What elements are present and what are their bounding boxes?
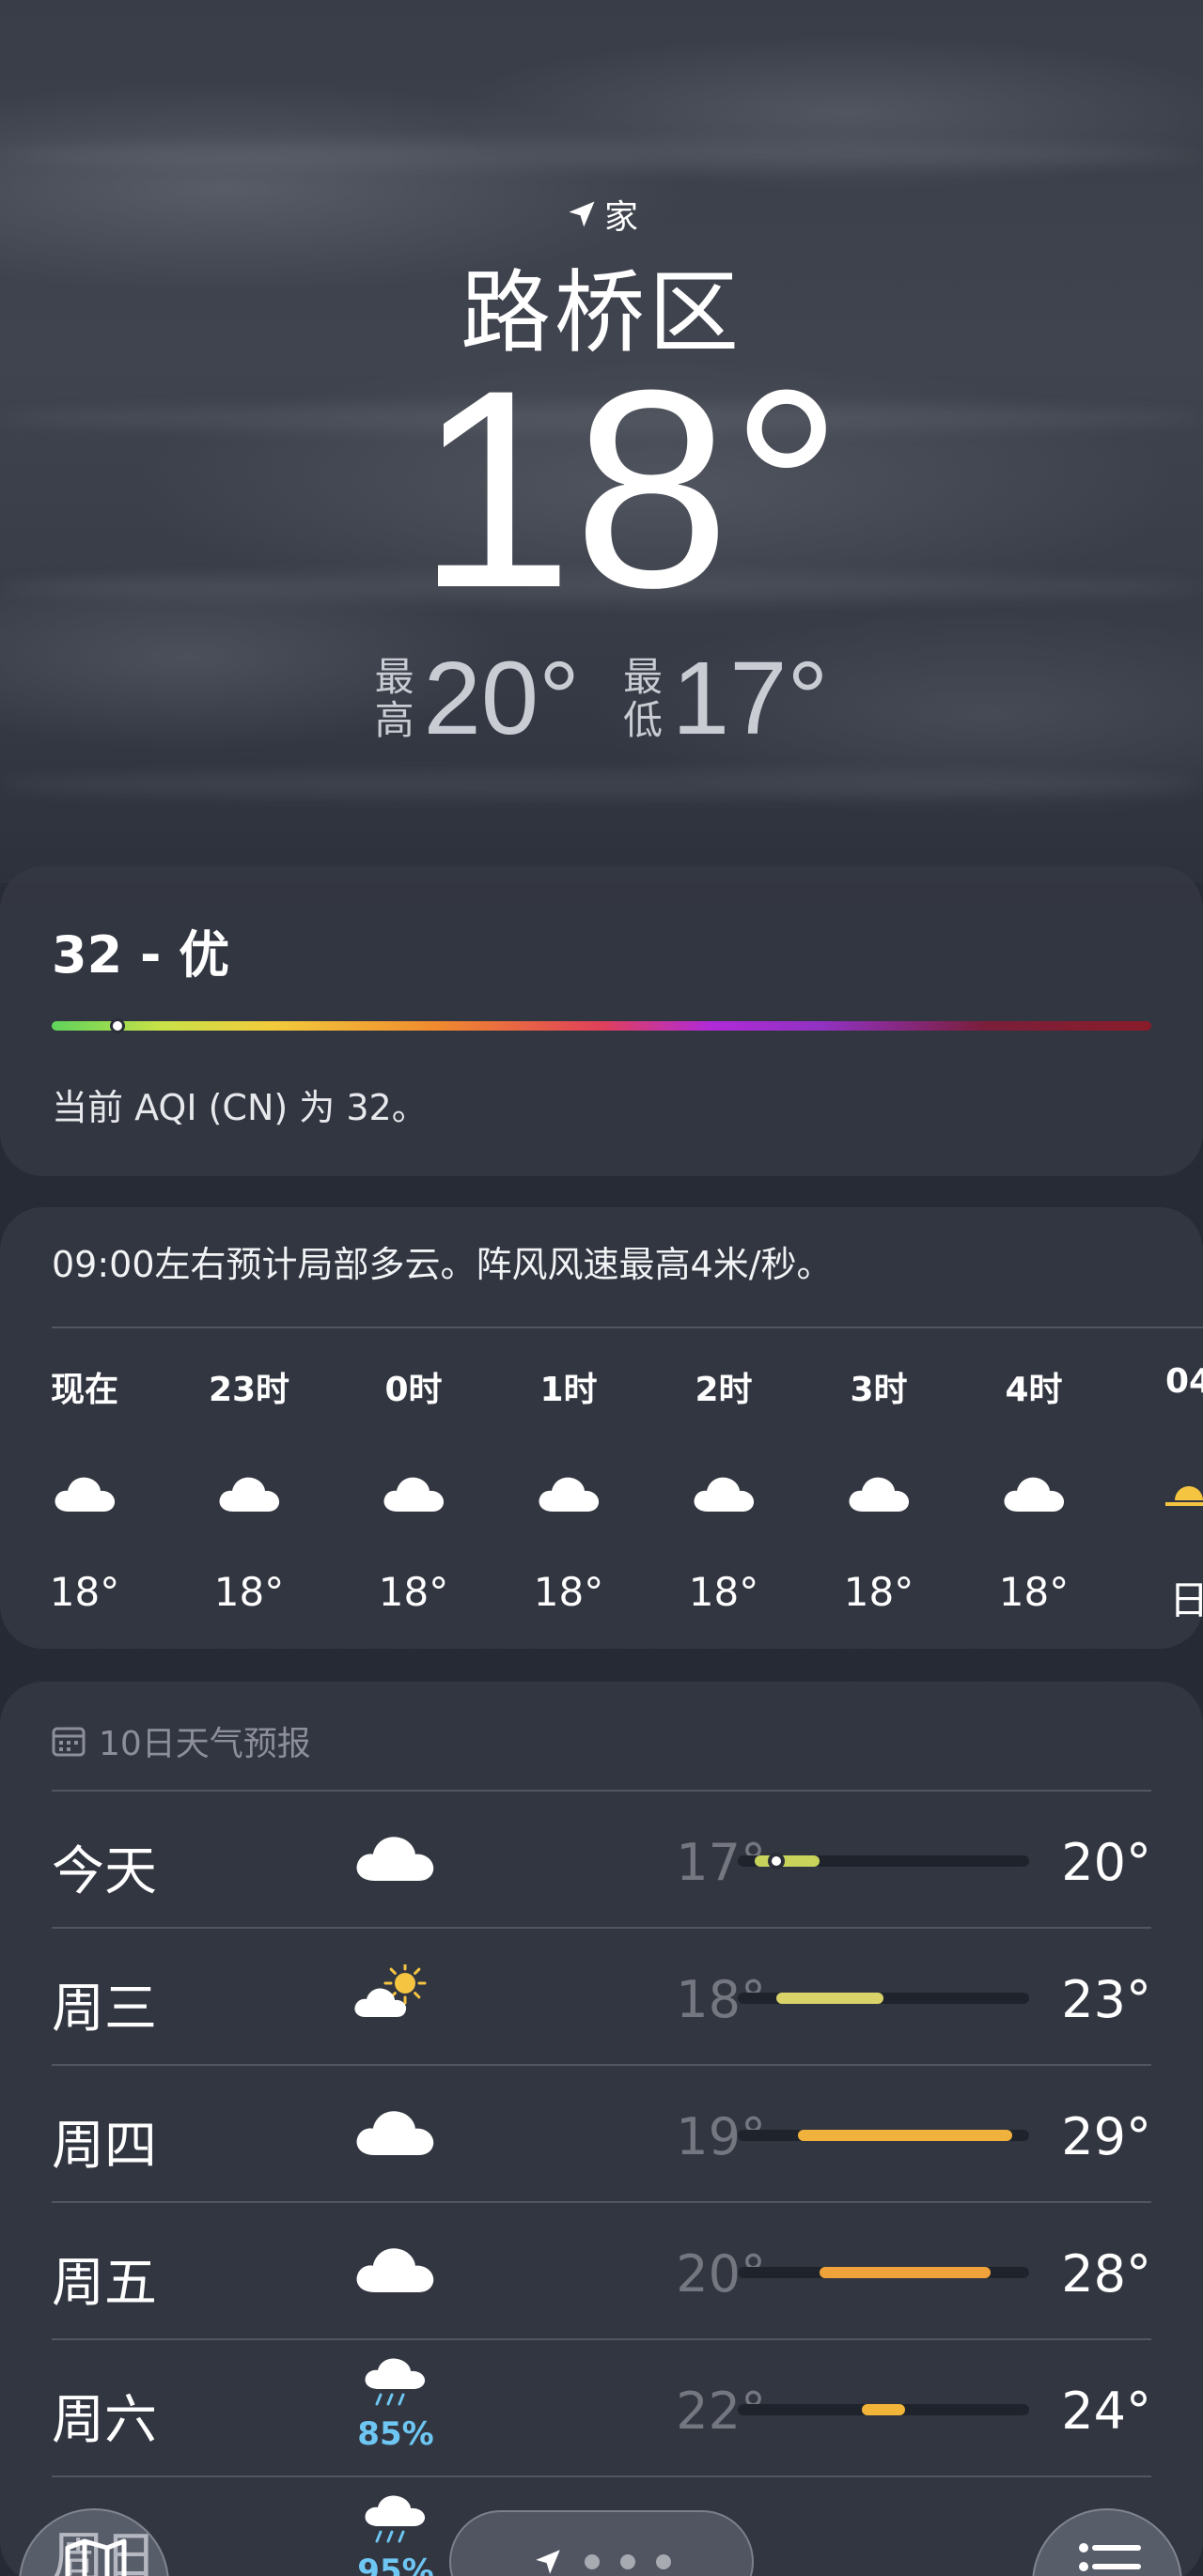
- hourly-item: 4时 18°: [973, 1362, 1095, 1635]
- cloud-icon: [381, 1470, 446, 1517]
- day-high-temp: 23°: [1061, 1970, 1151, 2029]
- hour-label: 23时: [208, 1371, 290, 1409]
- hourly-item: 现在 18°: [23, 1362, 146, 1635]
- hour-temp: 18°: [213, 1569, 285, 1615]
- daily-row[interactable]: 周四 19° 29°: [52, 2064, 1151, 2200]
- rain-icon: [352, 2492, 437, 2549]
- hour-temp: 18°: [688, 1569, 759, 1615]
- high-temp: 最 高 20°: [375, 639, 580, 758]
- high-caption-2: 高: [374, 696, 414, 743]
- high-value: 20°: [423, 641, 580, 756]
- low-caption: 最 低: [623, 653, 664, 743]
- day-name: 周四: [52, 2116, 157, 2177]
- hour-label: 3时: [850, 1371, 908, 1409]
- day-name: 周五: [52, 2253, 157, 2314]
- day-high-temp: 29°: [1061, 2107, 1151, 2166]
- day-high-temp: 28°: [1061, 2244, 1151, 2304]
- map-icon: [65, 2538, 127, 2576]
- temp-range-track: [738, 1853, 1029, 1870]
- daily-row[interactable]: 周五 20° 28°: [52, 2201, 1151, 2337]
- aqi-scale-bar: [52, 1021, 1151, 1031]
- cloud-icon: [352, 2239, 437, 2295]
- rain-icon: [352, 2355, 437, 2412]
- high-caption-1: 最: [374, 653, 414, 700]
- low-caption-2: 低: [623, 696, 664, 743]
- cloud-icon: [691, 1470, 757, 1517]
- hour-label: 1时: [539, 1371, 598, 1409]
- temp-range-track: [738, 2130, 1029, 2141]
- cloud-icon: [52, 1470, 117, 1517]
- aqi-title: 32 - 优: [52, 925, 230, 985]
- partly-sunny-icon: [352, 1962, 437, 2021]
- temp-range-fill: [797, 2130, 1012, 2141]
- temp-range-fill: [819, 2267, 992, 2278]
- hour-temp: 18°: [843, 1569, 914, 1615]
- precip-chance: 95%: [357, 2553, 434, 2576]
- hourly-summary: 09:00左右预计局部多云。阵风风速最高4米/秒。: [52, 1244, 833, 1285]
- day-high-temp: 24°: [1061, 2382, 1151, 2441]
- sunrise-icon: [1156, 1470, 1203, 1517]
- hourly-item: 23时 18°: [188, 1362, 310, 1635]
- hour-temp: 18°: [998, 1569, 1070, 1615]
- low-value: 17°: [672, 641, 829, 756]
- hourly-item: 0时 18°: [352, 1362, 475, 1635]
- hourly-item: 1时 18°: [508, 1362, 630, 1635]
- hourly-item: 04 日: [1128, 1362, 1203, 1635]
- temp-range-fill: [775, 1993, 883, 2004]
- low-caption-1: 最: [623, 653, 664, 700]
- daily-heading-label: 10日天气预报: [99, 1725, 311, 1763]
- cloud-icon: [536, 1470, 602, 1517]
- list-icon: [1079, 2543, 1141, 2571]
- page-dot: [656, 2554, 671, 2569]
- cloud-icon: [1001, 1470, 1067, 1517]
- cloud-streak: [0, 141, 1203, 169]
- hourly-item: 2时 18°: [663, 1362, 785, 1635]
- location-arrow-icon: [569, 201, 595, 227]
- hourly-item: 3时 18°: [818, 1362, 940, 1635]
- hourly-divider: [52, 1327, 1203, 1328]
- day-name: 周六: [52, 2390, 157, 2451]
- page-indicator[interactable]: [449, 2510, 754, 2576]
- temp-range-track: [738, 2404, 1029, 2415]
- daily-row[interactable]: 周三 18° 23°: [52, 1927, 1151, 2063]
- temp-range-track: [738, 1993, 1029, 2004]
- temp-range-fill: [862, 2404, 905, 2415]
- hour-temp: 日: [1168, 1577, 1203, 1623]
- cloud-icon: [846, 1470, 912, 1517]
- location-tag-label: 家: [603, 198, 638, 237]
- hour-temp: 18°: [533, 1569, 604, 1615]
- high-low-temps: 最 高 20° 最 低 17°: [0, 639, 1203, 758]
- day-name: 周三: [52, 1979, 157, 2040]
- current-temp-marker: [767, 1853, 785, 1870]
- cloud-streak: [0, 770, 1203, 799]
- page-dot: [585, 2554, 600, 2569]
- low-temp: 最 低 17°: [623, 639, 828, 758]
- temp-range-fill: [755, 1855, 820, 1867]
- hour-label: 0时: [384, 1371, 443, 1409]
- hour-temp: 18°: [378, 1569, 449, 1615]
- aqi-description: 当前 AQI (CN) 为 32。: [52, 1087, 428, 1128]
- hour-label: 4时: [1005, 1371, 1063, 1409]
- temp-range-track: [738, 2267, 1029, 2278]
- daily-row[interactable]: 周六 85% 22° 24°: [52, 2338, 1151, 2475]
- day-high-temp: 20°: [1061, 1833, 1151, 1892]
- cloud-icon: [216, 1470, 282, 1517]
- current-temperature: 18°: [416, 331, 843, 646]
- location-page-icon: [536, 2550, 560, 2574]
- cloud-icon: [352, 1827, 437, 1884]
- location-tag: 家: [0, 190, 1203, 239]
- daily-heading: 10日天气预报: [52, 1716, 311, 1765]
- daily-row[interactable]: 今天 17° 20°: [52, 1790, 1151, 1926]
- high-caption: 最 高: [374, 653, 414, 743]
- page-dot: [620, 2554, 635, 2569]
- calendar-icon: [52, 1727, 86, 1757]
- precip-chance: 85%: [357, 2415, 434, 2453]
- hour-label: 现在: [50, 1371, 118, 1409]
- cloud-icon: [352, 2102, 437, 2158]
- hour-temp: 18°: [49, 1569, 120, 1615]
- hour-label: 04: [1164, 1362, 1203, 1401]
- hour-label: 2时: [695, 1371, 753, 1409]
- day-name: 今天: [52, 1841, 157, 1902]
